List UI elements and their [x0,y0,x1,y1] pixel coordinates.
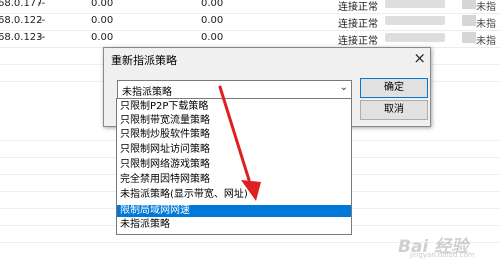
policy-cell: 未指 [476,19,496,30]
blurred-cell [385,0,445,8]
value-cell: 0.00 [201,32,224,43]
blurred-cell [462,32,476,43]
value-cell: 0.00 [91,32,114,43]
dropdown-item[interactable]: 限制局域网网速 [117,205,351,217]
value-cell: 0.00 [201,15,224,26]
value-cell: 0.00 [91,15,114,26]
dropdown-item[interactable]: 只限制网络游戏策略 [117,159,351,171]
blurred-cell [462,15,476,26]
status-cell: 连接正常 [338,19,378,30]
ip-cell: 68.0.123 [0,32,43,43]
dash-cell: -- [38,32,46,43]
ip-cell: 68.0.177 [0,0,43,9]
dropdown-item[interactable]: 完全禁用因特网策略 [117,174,351,186]
watermark-url: jingyan.baidu.com [410,251,475,259]
table-row[interactable]: 68.0.177 -- 0.00 0.00 连接正常 未指 [0,0,500,14]
dropdown-item[interactable]: 只限制炒股软件策略 [117,129,351,141]
policy-combobox[interactable]: 未指派策略 ⌄ [117,80,352,99]
table-row[interactable]: 68.0.122 -- 0.00 0.00 连接正常 未指 [0,13,500,31]
dropdown-item[interactable]: 只限制带宽流量策略 [117,115,351,127]
dash-cell: -- [38,0,46,9]
dropdown-item[interactable]: 只限制网址访问策略 [117,144,351,156]
dropdown-item[interactable]: 未指派策略 [117,219,351,231]
policy-cell: 未指 [476,2,496,13]
dropdown-item[interactable]: 未指派策略(显示带宽、网址) [117,189,351,201]
status-cell: 连接正常 [338,36,378,47]
policy-cell: 未指 [476,36,496,47]
close-icon[interactable]: × [413,49,426,67]
dialog-title: 重新指派策略 [111,54,177,67]
blurred-cell [385,16,445,25]
table-row[interactable]: 68.0.123 -- 0.00 0.00 连接正常 未指 [0,30,500,48]
ok-button[interactable]: 确定 [360,78,428,98]
dash-cell: -- [38,15,46,26]
cancel-button[interactable]: 取消 [360,100,428,120]
blurred-cell [462,0,476,9]
blurred-cell [385,33,445,42]
chevron-down-icon[interactable]: ⌄ [340,82,348,93]
value-cell: 0.00 [201,0,224,9]
status-cell: 连接正常 [338,2,378,13]
value-cell: 0.00 [91,0,114,9]
ip-cell: 68.0.122 [0,15,43,26]
dropdown-item[interactable]: 只限制P2P下载策略 [117,101,351,113]
combobox-value: 未指派策略 [122,87,172,98]
policy-dropdown-list: 只限制P2P下载策略 只限制带宽流量策略 只限制炒股软件策略 只限制网址访问策略… [116,98,352,235]
